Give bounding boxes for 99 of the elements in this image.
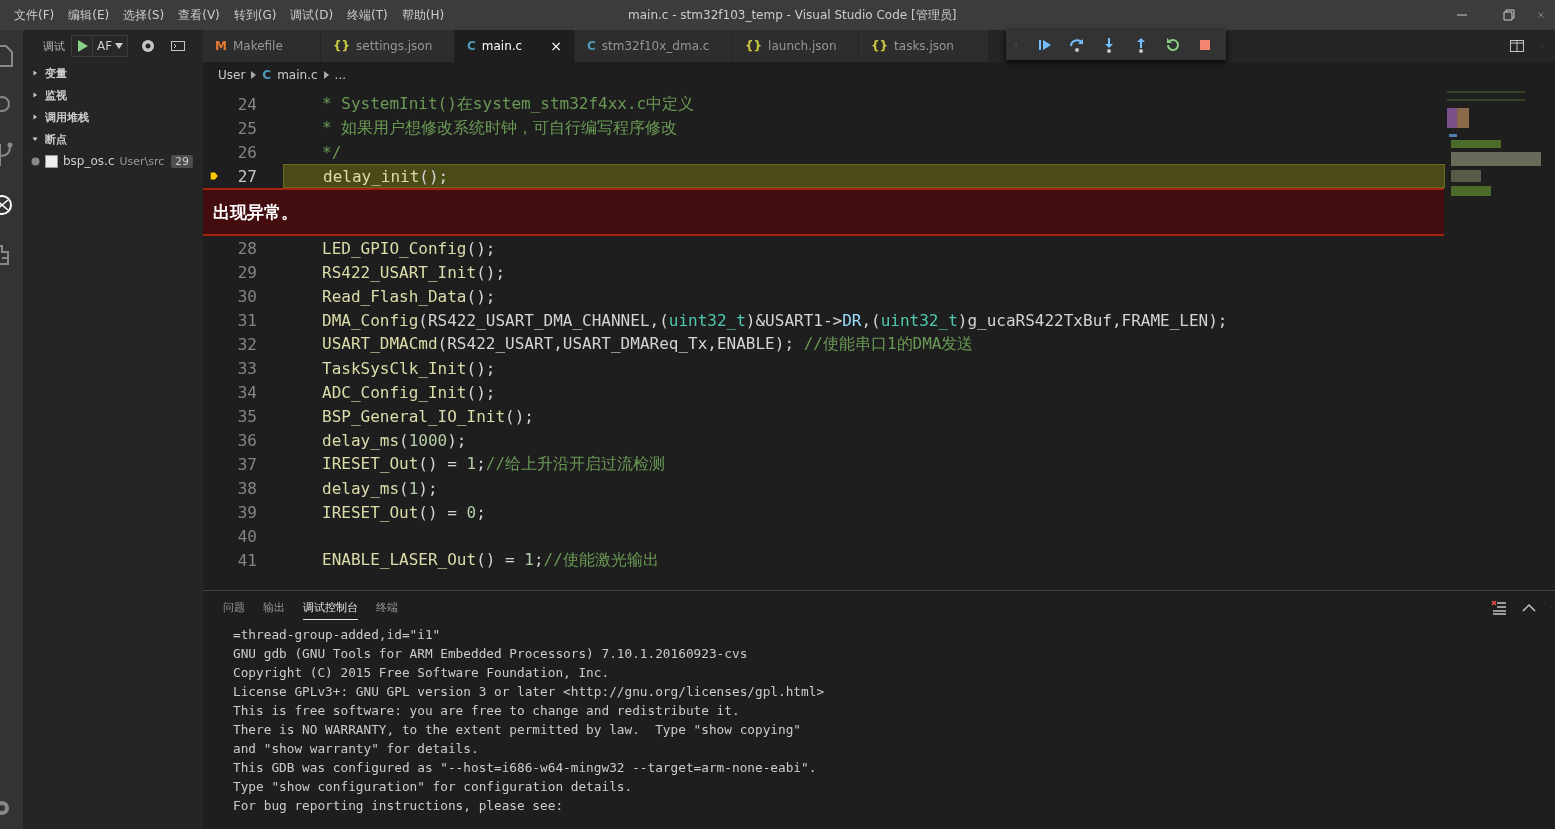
menu-item[interactable]: 编辑(E) [61,6,117,24]
menu-item[interactable]: 帮助(H) [394,6,452,24]
code-line: USART_DMACmd(RS422_USART,USART_DMAReq_Tx,ENABLE); //使能串口1的DMA发送 [321,333,974,355]
console-line: and "show warranty" for details. [232,740,480,758]
code-line: delay_ms(1); [321,478,438,498]
code-line: LED_GPIO_Config(); [321,238,496,258]
chevron-down-icon[interactable] [31,135,39,143]
console-line: License GPLv3+: GNU GPL version 3 or later <http://gnu.org/licenses/gpl.html> [232,683,826,701]
code-line: DMA_Config(RS422_USART_DMA_CHANNEL,(uint32_t)&USART1->DR,(uint32_t)g_ucaRS422TxBuf,FRAME_LEN); [321,310,1228,330]
line-number: 37 [236,454,257,474]
line-number: 33 [236,358,257,378]
chevron-right-icon [323,71,329,79]
console-icon[interactable] [170,38,187,54]
console-line: Copyright (C) 2015 Free Software Foundation, Inc. [232,664,611,682]
chevron-right-icon [251,71,257,79]
section-header[interactable]: 变量 [23,62,203,84]
section-title: 监视 [45,87,67,103]
panel-tab[interactable]: 调试控制台 [303,596,358,620]
restart-icon[interactable] [1164,36,1182,54]
menu-item[interactable]: 选择(S) [116,6,172,24]
console-line: GNU gdb (GNU Tools for ARM Embedded Processors) 7.10.1.20160923-cvs [232,645,749,663]
code-line: TaskSysClk_Init(); [321,358,496,378]
menu-item[interactable]: 终端(T) [340,6,395,24]
breakpoint-item[interactable]: bsp_os.c User\src 29 [23,150,203,172]
panel-tab[interactable]: 终端 [376,596,398,620]
chevron-right-icon[interactable] [31,91,39,99]
line-number: 29 [236,262,257,282]
console-line: For bug reporting instructions, please see: [232,797,565,815]
code-line: delay_ms(1000); [321,430,467,450]
clear-console-icon[interactable] [1491,600,1507,616]
file-name: bsp_os.c [63,154,115,168]
code-line: * 如果用户想修改系统时钟，可自行编写程序修改 [321,117,678,139]
editor-tab[interactable]: {} settings.json [321,30,455,62]
menu-item[interactable]: 查看(V) [171,6,227,24]
file-path: User\src [119,154,165,168]
code-line: Read_Flash_Data(); [321,286,496,306]
breakpoint-dot-icon [31,156,40,166]
line-number: 34 [236,382,257,402]
debug-title: 调试 [43,38,65,54]
line-number: 32 [236,334,257,354]
console-line: Type "show configuration" for configuration details. [232,778,634,796]
section-title: 调用堆栈 [45,109,89,125]
editor-tab[interactable]: {} launch.json [733,30,859,62]
section-header[interactable]: 调用堆栈 [23,106,203,128]
console-line: This GDB was configured as "--host=i686-w64-mingw32 --target=arm-none-eabi". [232,759,818,777]
chevron-right-icon[interactable] [31,69,39,77]
c-file-icon: C [262,68,272,82]
line-number: 36 [236,430,257,450]
line-number: 35 [236,406,257,426]
editor-tab[interactable]: {} tasks.json [859,30,989,62]
console-line: =thread-group-added,id="i1" [232,626,442,644]
close-tab-icon[interactable]: × [550,38,562,54]
editor-tab[interactable]: C main.c × [455,30,575,62]
code-line: ADC_Config_Init(); [321,382,496,402]
breadcrumb-item[interactable]: User [218,68,246,82]
code-line: IRESET_Out() = 0; [321,502,486,522]
code-line: */ [321,142,342,162]
section-title: 断点 [45,131,67,147]
breadcrumb-item[interactable]: main.c [277,68,318,82]
line-number: 27 [236,166,257,186]
line-number: 30 [236,286,257,306]
step-over-icon[interactable] [1068,36,1086,54]
panel-tab[interactable]: 问题 [223,596,245,620]
section-header[interactable]: 断点 [23,128,203,150]
code-line: RS422_USART_Init(); [321,262,506,282]
menu-item[interactable]: 调试(D) [283,6,341,24]
settings-icon[interactable] [140,38,157,54]
chevron-right-icon[interactable] [31,113,39,121]
editor-tab[interactable]: C stm32f10x_dma.c [575,30,733,62]
line-number: 41 [236,550,257,570]
line-number: 31 [236,310,257,330]
line-number: 26 [236,142,257,162]
code-line: delay_init(); [322,166,449,186]
exception-message: 出现异常。 [213,200,298,224]
line-number: 28 [236,238,257,258]
breadcrumb-item[interactable]: ... [334,68,347,82]
editor-tab[interactable]: M Makefile [203,30,321,62]
code-line: IRESET_Out() = 1;//给上升沿开启过流检测 [321,453,666,475]
section-title: 变量 [45,65,67,81]
section-header[interactable]: 监视 [23,84,203,106]
code-line: BSP_General_IO_Init(); [321,406,534,426]
panel-tab[interactable]: 输出 [263,596,285,620]
console-line: There is NO WARRANTY, to the extent permitted by law. Type "show copying" [232,721,803,739]
console-line: This is free software: you are free to change and redistribute it. [232,702,741,720]
window-title: main.c - stm32f103_temp - Visual Studio Code [管理员] [628,6,957,24]
menu-item[interactable]: 转到(G) [226,6,284,24]
line-badge: 29 [171,154,193,168]
split-editor-icon[interactable] [1509,38,1525,54]
menu-item[interactable]: 文件(F) [0,6,62,24]
code-line: * SystemInit()在system_stm32f4xx.c中定义 [321,93,695,115]
checkbox[interactable] [45,154,58,168]
line-number: 38 [236,478,257,498]
line-number: 39 [236,502,257,522]
debug-config-select[interactable]: AF [71,35,129,57]
line-number: 25 [236,118,257,138]
line-number: 24 [236,94,257,114]
dropdown-caret-icon [115,43,124,49]
line-number: 40 [236,526,257,546]
code-line: ENABLE_LASER_Out() = 1;//使能激光输出 [321,549,659,571]
